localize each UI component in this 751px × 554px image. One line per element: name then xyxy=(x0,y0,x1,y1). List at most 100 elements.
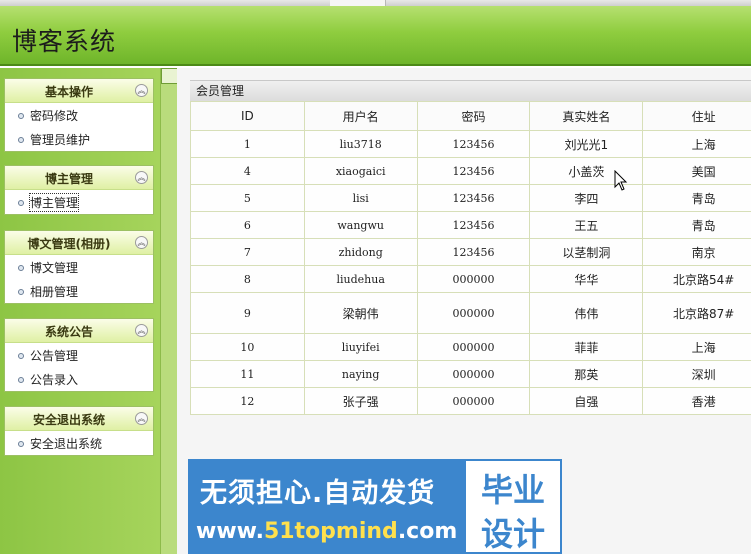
menu-group-title: 安全退出系统 xyxy=(32,413,105,427)
cell-password: 000000 xyxy=(416,292,531,334)
table-row[interactable]: 6 wangwu 123456 王五 青岛 xyxy=(190,211,751,239)
table-row[interactable]: 11 naying 000000 那英 深圳 xyxy=(190,360,751,388)
sidebar-item-password[interactable]: 密码修改 xyxy=(5,103,153,127)
cell-address: 北京路87# xyxy=(642,292,751,334)
collapse-handle[interactable] xyxy=(161,68,178,84)
sidebar-item-notice-add[interactable]: 公告录入 xyxy=(5,367,153,391)
sidebar-item-label: 管理员维护 xyxy=(30,133,91,147)
mouse-cursor-icon xyxy=(614,170,628,191)
table-row[interactable]: 12 张子强 000000 自强 香港 xyxy=(190,387,751,415)
cell-username: lisi xyxy=(303,184,418,212)
column-header: 真实姓名 xyxy=(529,101,644,131)
ad-badge-line2: 设计 xyxy=(480,515,545,553)
chevron-double-up-icon[interactable]: ︽ xyxy=(135,324,148,337)
cell-username: liu3718 xyxy=(303,130,418,158)
table-row[interactable]: 8 liudehua 000000 华华 北京路54# xyxy=(190,265,751,293)
sidebar-item-label: 公告录入 xyxy=(30,373,79,387)
panel-title: 会员管理 xyxy=(190,80,751,101)
cell-id: 1 xyxy=(190,130,305,158)
chevron-double-up-icon[interactable]: ︽ xyxy=(135,412,148,425)
cell-password: 000000 xyxy=(416,333,531,361)
cell-username: wangwu xyxy=(303,211,418,239)
ad-banner-text: 无须担心.自动发货 www.51topmind.com xyxy=(188,459,464,554)
sidebar-item-label: 安全退出系统 xyxy=(30,437,103,451)
member-table: ID 用户名 密码 真实姓名 住址 1 liu3718 123456 刘光光1 … xyxy=(190,101,751,415)
table-row[interactable]: 9 梁朝伟 000000 伟伟 北京路87# xyxy=(190,292,751,334)
menu-group-title: 基本操作 xyxy=(44,85,93,99)
cell-address: 青岛 xyxy=(642,211,751,239)
cell-address: 北京路54# xyxy=(642,265,751,293)
cell-username: 张子强 xyxy=(303,387,418,415)
cell-realname: 刘光光1 xyxy=(529,130,644,158)
menu-group-title: 博文管理(相册) xyxy=(27,237,111,251)
cell-id: 9 xyxy=(190,292,305,334)
sidebar-item-label: 相册管理 xyxy=(30,285,79,299)
column-header: 用户名 xyxy=(303,101,418,131)
sidebar-item-blogger[interactable]: 博主管理 xyxy=(5,190,153,214)
sidebar-item-posts[interactable]: 博文管理 xyxy=(5,255,153,279)
table-row[interactable]: 10 liuyifei 000000 菲菲 上海 xyxy=(190,333,751,361)
cell-realname: 王五 xyxy=(529,211,644,239)
table-header-row: ID 用户名 密码 真实姓名 住址 xyxy=(190,101,751,131)
sidebar-item-logout[interactable]: 安全退出系统 xyxy=(5,431,153,455)
cell-realname: 自强 xyxy=(529,387,644,415)
cell-address: 深圳 xyxy=(642,360,751,388)
sidebar-item-label: 博文管理 xyxy=(30,261,79,275)
cell-realname: 以茎制洞 xyxy=(529,238,644,266)
cell-password: 000000 xyxy=(416,360,531,388)
cell-password: 123456 xyxy=(416,130,531,158)
bullet-icon xyxy=(18,200,24,206)
cell-password: 000000 xyxy=(416,265,531,293)
ad-badge-line1: 毕业 xyxy=(480,471,545,509)
cell-id: 7 xyxy=(190,238,305,266)
cell-id: 10 xyxy=(190,333,305,361)
chevron-double-up-icon[interactable]: ︽ xyxy=(135,236,148,249)
table-row[interactable]: 1 liu3718 123456 刘光光1 上海 xyxy=(190,130,751,158)
sidebar-item-admin[interactable]: 管理员维护 xyxy=(5,127,153,151)
table-row[interactable]: 7 zhidong 123456 以茎制洞 南京 xyxy=(190,238,751,266)
cell-username: naying xyxy=(303,360,418,388)
cell-realname: 华华 xyxy=(529,265,644,293)
chevron-double-up-icon[interactable]: ︽ xyxy=(135,84,148,97)
menu-group-header[interactable]: 博文管理(相册) ︽ xyxy=(5,231,153,255)
cell-address: 上海 xyxy=(642,333,751,361)
bullet-icon xyxy=(18,353,24,359)
menu-group-title: 系统公告 xyxy=(44,325,93,339)
sidebar: 基本操作 ︽ 密码修改 管理员维护 博主管理 ︽ 博主管理 博文管理(相册) ︽… xyxy=(0,68,160,554)
cell-address: 南京 xyxy=(642,238,751,266)
cell-password: 123456 xyxy=(416,211,531,239)
ad-url-prefix: www. xyxy=(196,519,264,544)
cell-password: 123456 xyxy=(416,238,531,266)
menu-group-posts: 博文管理(相册) ︽ 博文管理 相册管理 xyxy=(4,230,154,304)
ad-badge: 毕业 设计 xyxy=(464,459,562,554)
ad-url: www.51topmind.com xyxy=(196,519,457,544)
chevron-double-up-icon[interactable]: ︽ xyxy=(135,171,148,184)
table-row[interactable]: 5 lisi 123456 李四 青岛 xyxy=(190,184,751,212)
cell-address: 美国 xyxy=(642,157,751,185)
menu-group-header[interactable]: 安全退出系统 ︽ xyxy=(5,407,153,431)
menu-group-header[interactable]: 基本操作 ︽ xyxy=(5,79,153,103)
cell-password: 000000 xyxy=(416,387,531,415)
menu-group-header[interactable]: 博主管理 ︽ xyxy=(5,166,153,190)
cell-id: 8 xyxy=(190,265,305,293)
sidebar-item-notice-manage[interactable]: 公告管理 xyxy=(5,343,153,367)
ad-slogan: 无须担心.自动发货 xyxy=(200,478,436,509)
menu-group-header[interactable]: 系统公告 ︽ xyxy=(5,319,153,343)
table-row[interactable]: 4 xiaogaici 123456 小盖茨 美国 xyxy=(190,157,751,185)
menu-group-logout: 安全退出系统 ︽ 安全退出系统 xyxy=(4,406,154,456)
cell-realname: 伟伟 xyxy=(529,292,644,334)
cell-username: 梁朝伟 xyxy=(303,292,418,334)
cell-realname: 菲菲 xyxy=(529,333,644,361)
sidebar-item-albums[interactable]: 相册管理 xyxy=(5,279,153,303)
sidebar-splitter[interactable] xyxy=(160,68,178,554)
cell-address: 青岛 xyxy=(642,184,751,212)
bullet-icon xyxy=(18,137,24,143)
sidebar-item-label: 密码修改 xyxy=(30,109,79,123)
cell-username: zhidong xyxy=(303,238,418,266)
ad-url-accent: 51topmind xyxy=(263,519,398,544)
cell-id: 6 xyxy=(190,211,305,239)
ad-banner[interactable]: 无须担心.自动发货 www.51topmind.com 毕业 设计 xyxy=(188,459,562,554)
app-title: 博客系统 xyxy=(12,27,117,56)
cell-id: 4 xyxy=(190,157,305,185)
app-header: 博客系统 xyxy=(0,6,751,66)
